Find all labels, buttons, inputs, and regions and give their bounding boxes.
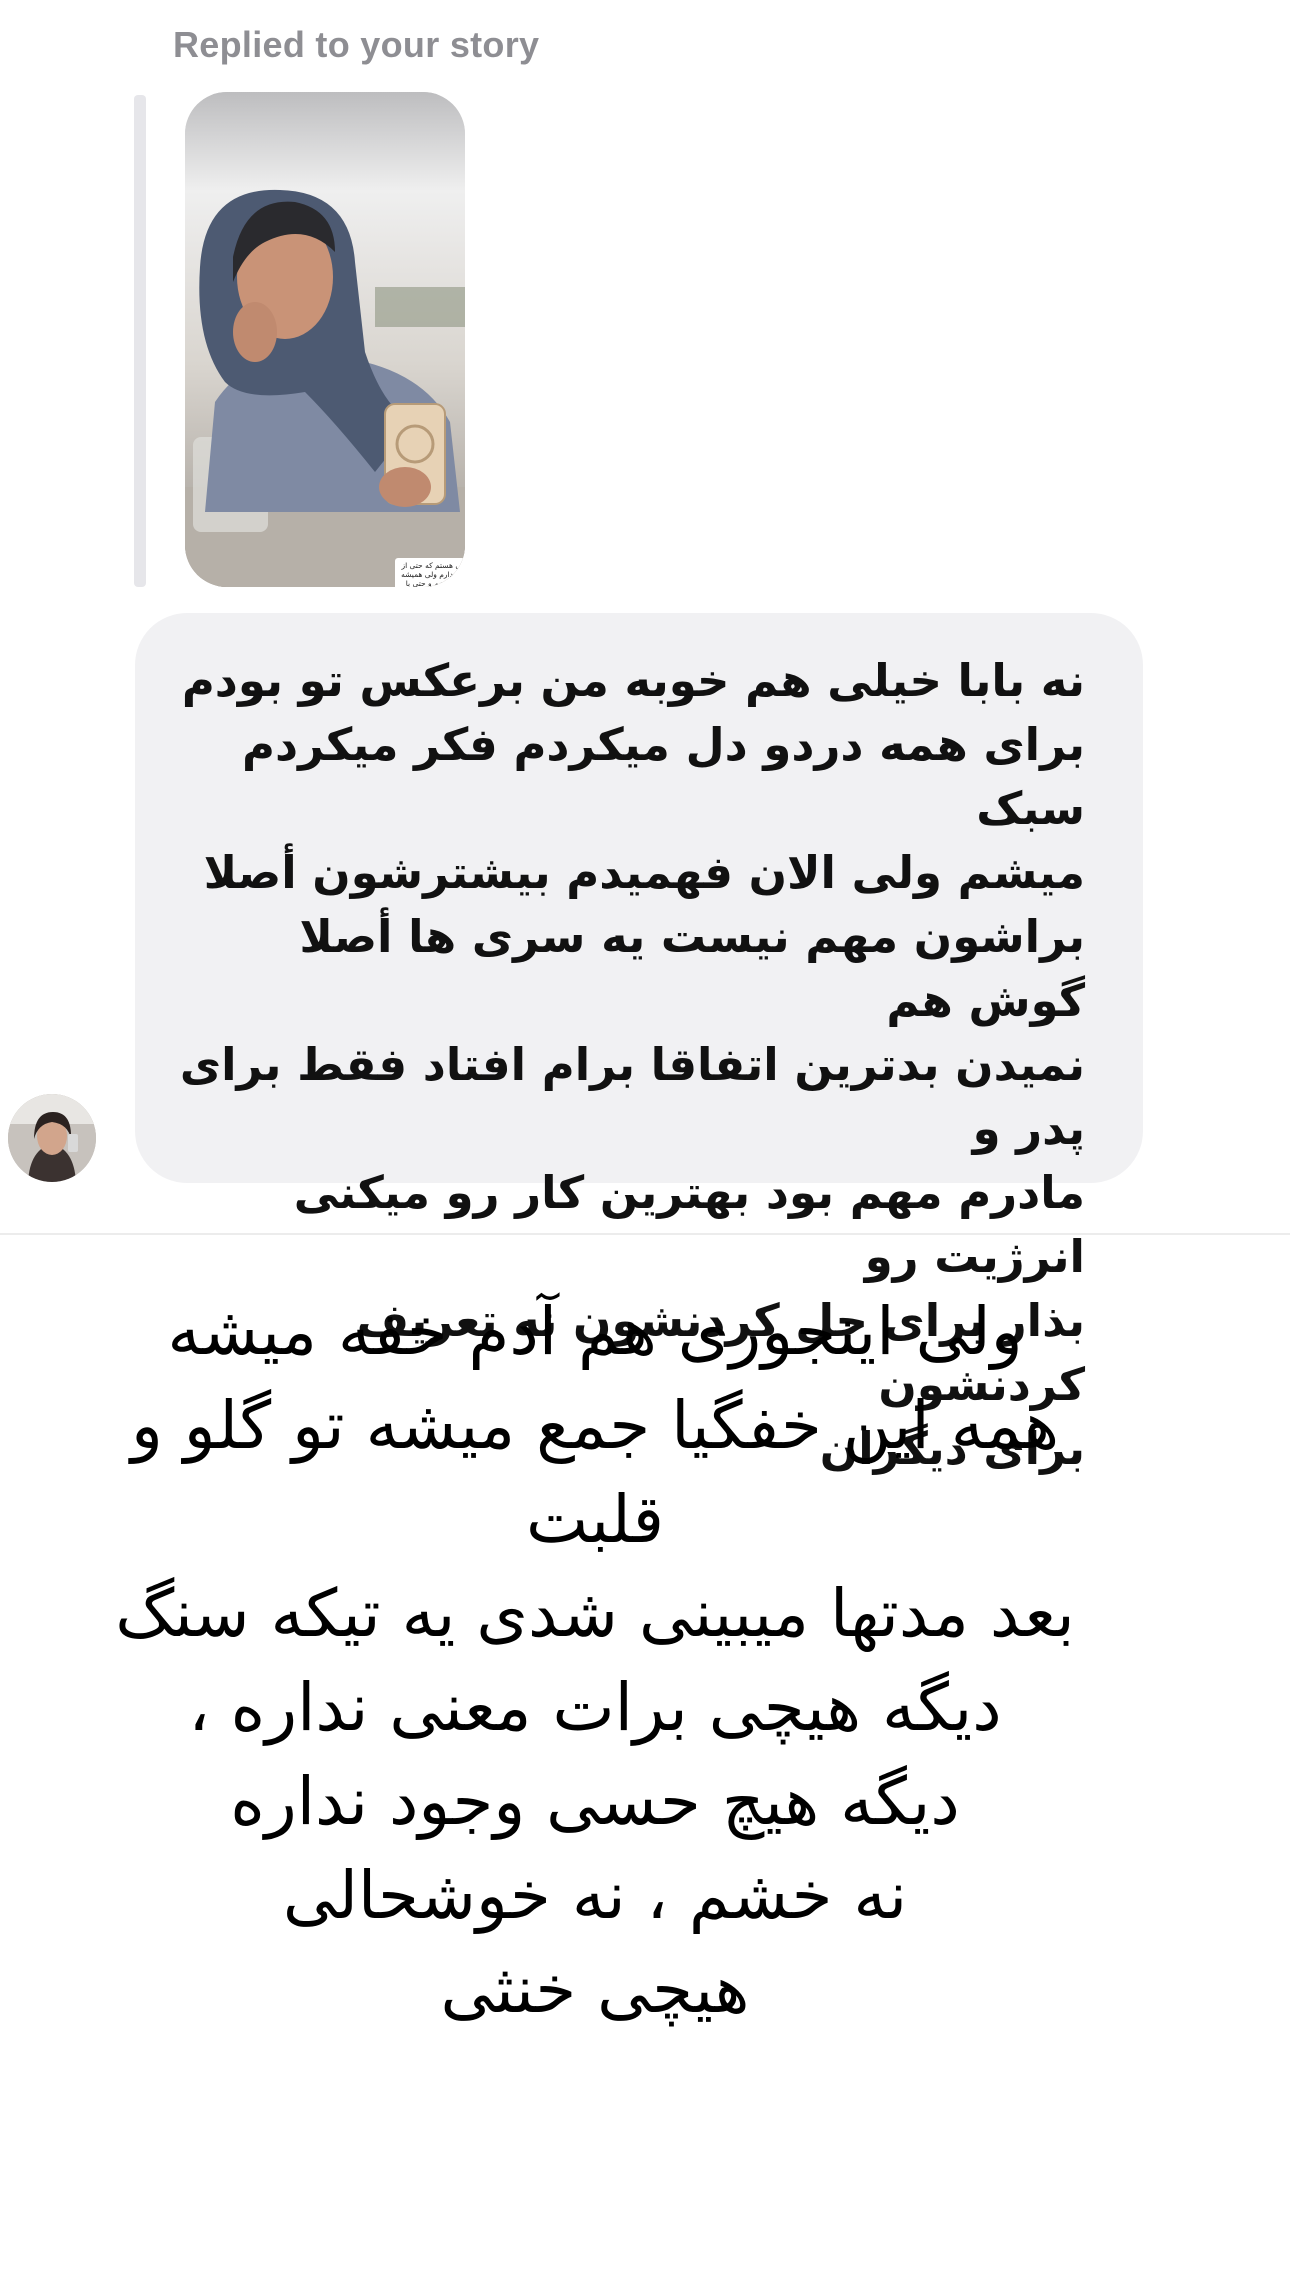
sender-avatar[interactable] <box>8 1094 96 1182</box>
section-divider <box>0 1233 1290 1235</box>
story-thumbnail[interactable]: یه وقتایی یا کلیه از مشکلاتی هستم که حتی… <box>185 92 465 587</box>
reply-indicator-bar <box>134 95 146 587</box>
avatar-photo <box>8 1094 96 1182</box>
message-bubble[interactable]: نه بابا خیلی هم خوبه من برعکس تو بودم بر… <box>135 613 1143 1475</box>
story-caption-text: یه وقتایی یا کلیه از مشکلاتی هستم که حتی… <box>395 558 465 587</box>
replied-to-story-label: Replied to your story <box>173 24 540 65</box>
overlay-text: ولی اینجوری هم آدم خفه میشه همه این خفگی… <box>115 1293 1075 2028</box>
story-photo <box>185 92 465 587</box>
